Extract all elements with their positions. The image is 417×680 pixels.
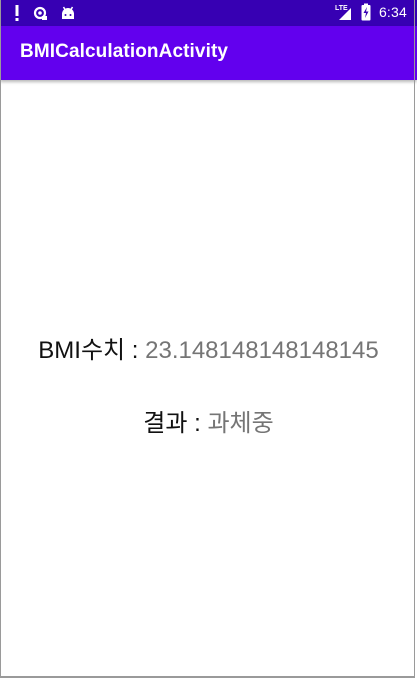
status-bar: LTE 6:34 (0, 0, 417, 26)
status-right-icons: LTE 6:34 (335, 3, 407, 21)
result-row: 결과 : 과체중 (0, 403, 417, 438)
app-title: BMICalculationActivity (20, 41, 229, 62)
android-icon (60, 5, 76, 21)
app-bar: BMICalculationActivity (0, 26, 417, 80)
result-label: 결과 : (143, 410, 208, 437)
bmi-value: 23.148148148148145 (145, 337, 379, 364)
main-content: BMI수치 : 23.148148148148145 결과 : 과체중 (0, 80, 417, 678)
battery-charging-icon (361, 3, 371, 21)
bmi-row: BMI수치 : 23.148148148148145 (0, 330, 417, 365)
bmi-label: BMI수치 : (38, 337, 146, 364)
status-time: 6:34 (378, 4, 407, 20)
alert-icon (14, 4, 20, 22)
result-value: 과체중 (207, 410, 274, 437)
signal-icon: LTE (335, 3, 353, 21)
lte-text: LTE (335, 5, 348, 12)
status-left-icons (14, 4, 76, 22)
sync-icon (32, 5, 48, 21)
